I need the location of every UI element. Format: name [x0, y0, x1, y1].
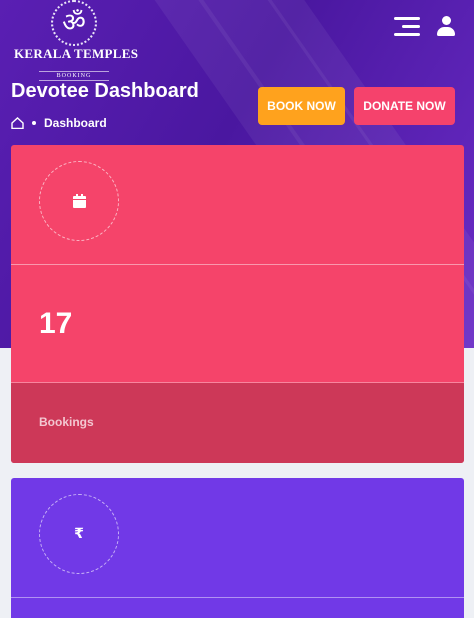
breadcrumb-separator	[32, 121, 36, 125]
brand-logo[interactable]: ॐ KERALA TEMPLES BOOKING	[14, 0, 139, 81]
menu-lines-icon[interactable]	[394, 17, 420, 37]
stat-card-bookings[interactable]: 17 Bookings	[11, 145, 464, 463]
icon-ring	[39, 161, 119, 241]
calendar-icon	[72, 193, 86, 208]
user-icon[interactable]	[436, 16, 456, 38]
breadcrumb-current: Dashboard	[44, 116, 107, 130]
stat-card-donations[interactable]: ₹	[11, 478, 464, 618]
brand-name: KERALA TEMPLES	[14, 46, 139, 61]
page-title: Devotee Dashboard	[11, 80, 199, 102]
rupee-icon: ₹	[74, 526, 84, 542]
book-now-button[interactable]: BOOK NOW	[258, 87, 345, 125]
breadcrumb: Dashboard	[11, 116, 107, 130]
stat-value: 17	[39, 307, 73, 340]
stat-label: Bookings	[39, 415, 94, 429]
om-emblem-icon: ॐ	[51, 0, 97, 46]
icon-ring: ₹	[39, 494, 119, 574]
home-icon[interactable]	[11, 117, 24, 129]
donate-now-button[interactable]: DONATE NOW	[354, 87, 455, 125]
